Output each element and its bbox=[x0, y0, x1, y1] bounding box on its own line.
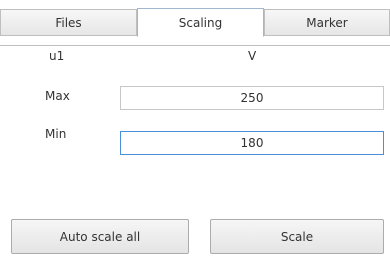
tab-divider bbox=[0, 45, 390, 46]
channel-unit: V bbox=[248, 49, 257, 63]
min-label: Min bbox=[45, 127, 67, 141]
tab-bar: Files Scaling Marker bbox=[0, 8, 390, 46]
tab-marker-label: Marker bbox=[306, 15, 348, 30]
tab-scaling[interactable]: Scaling bbox=[137, 8, 264, 37]
auto-scale-all-button[interactable]: Auto scale all bbox=[11, 219, 189, 254]
tab-marker[interactable]: Marker bbox=[264, 9, 390, 36]
scale-button[interactable]: Scale bbox=[210, 219, 384, 254]
max-label: Max bbox=[45, 89, 70, 103]
channel-name: u1 bbox=[49, 49, 65, 63]
tab-files-label: Files bbox=[55, 15, 82, 30]
min-input[interactable] bbox=[120, 131, 384, 155]
max-input[interactable] bbox=[120, 86, 384, 110]
tab-scaling-label: Scaling bbox=[178, 15, 223, 30]
tab-files[interactable]: Files bbox=[0, 9, 137, 36]
